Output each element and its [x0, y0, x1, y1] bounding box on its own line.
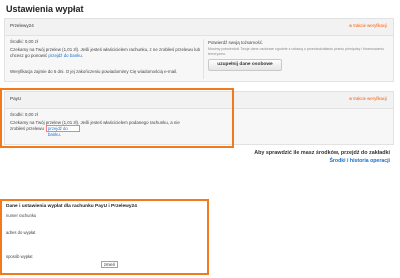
page-title: Ustawienia wypłat: [6, 4, 84, 14]
przelewy24-column-divider: [203, 39, 204, 79]
complete-personal-data-button[interactable]: uzupełnij dane osobowe: [208, 59, 282, 71]
identity-title: Potwierdź swoją tożsamość.: [208, 40, 264, 45]
przelewy24-description: Czekamy na Twój przelew (1,01 zł). Jeśli…: [10, 47, 200, 59]
payout-form-highlight-frame: [0, 199, 209, 275]
payu-status-badge: w trakcie weryfikacji: [349, 96, 387, 101]
payu-highlight-frame: [0, 88, 234, 148]
przelewy24-title: Przelewy24: [10, 23, 34, 28]
przelewy24-balance: Środki: 0,00 zł: [10, 39, 38, 44]
funds-history-link[interactable]: Środki i historia operacji: [230, 158, 390, 164]
przelewy24-description-text: Czekamy na Twój przelew (1,01 zł). Jeśli…: [10, 47, 201, 58]
identity-description: Musimy potwierdzić Twoje dane osobowe zg…: [208, 47, 385, 56]
przelewy24-panel: Przelewy24 w trakcie weryfikacji Środki:…: [4, 18, 394, 82]
przelewy24-status-badge: w trakcie weryfikacji: [349, 23, 387, 28]
przelewy24-description-suffix: .: [81, 53, 84, 58]
przelewy24-bank-link[interactable]: przejdź do banku: [48, 53, 81, 58]
przelewy24-verification-note: Weryfikacja zajmie do 5 dni. O jej zakoń…: [10, 69, 178, 74]
przelewy24-panel-header: Przelewy24 w trakcie weryfikacji: [5, 19, 393, 36]
balance-info-text: Aby sprawdzić ile masz środków, przejdź …: [254, 150, 390, 156]
